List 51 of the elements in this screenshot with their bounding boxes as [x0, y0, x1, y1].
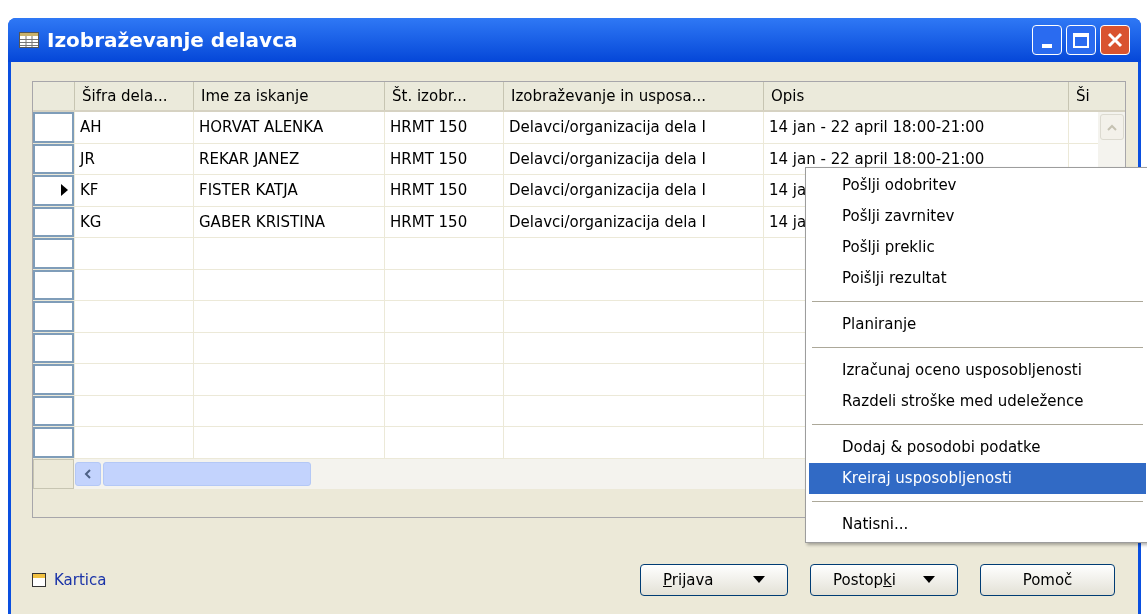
table-cell: Delavci/organizacija dela I — [503, 112, 763, 143]
menu-item[interactable]: Razdeli stroške med udeležence — [809, 386, 1146, 417]
current-row-icon — [61, 184, 68, 197]
table-cell: Delavci/organizacija dela I — [503, 175, 763, 206]
menu-item[interactable]: Planiranje — [809, 309, 1146, 340]
table-cell: HRMT 150 — [384, 112, 503, 143]
row-selector[interactable] — [33, 175, 74, 206]
close-button[interactable] — [1100, 25, 1130, 55]
table-cell: KF — [74, 175, 193, 206]
minimize-button[interactable] — [1032, 25, 1062, 55]
menu-item[interactable]: Izračunaj oceno usposobljenosti — [809, 355, 1146, 386]
menu-item[interactable]: Natisni... — [809, 509, 1146, 540]
table-cell: GABER KRISTINA — [193, 206, 384, 237]
column-header[interactable]: Šifra dela... — [74, 82, 193, 110]
column-header[interactable]: Izobraževanje in usposa... — [503, 82, 763, 110]
menu-item[interactable]: Dodaj & posodobi podatke — [809, 432, 1146, 463]
caret-icon — [753, 576, 765, 584]
table-cell: HRMT 150 — [384, 143, 503, 174]
card-link[interactable]: Kartica — [54, 568, 107, 592]
caret-icon — [923, 576, 935, 584]
table-cell: HORVAT ALENKA — [193, 112, 384, 143]
column-header[interactable]: Opis — [763, 82, 1068, 110]
column-header[interactable]: Št. izobr... — [384, 82, 503, 110]
menu-button[interactable]: Postopki — [810, 564, 958, 596]
scroll-thumb[interactable] — [103, 461, 311, 486]
maximize-button[interactable] — [1066, 25, 1096, 55]
corner-cell — [33, 458, 74, 489]
card-icon — [32, 573, 46, 587]
table-cell: AH — [74, 112, 193, 143]
table-cell: FISTER KATJA — [193, 175, 384, 206]
maximize-icon — [1073, 32, 1089, 48]
table-cell: HRMT 150 — [384, 206, 503, 237]
minimize-icon — [1042, 44, 1052, 48]
table-cell: HRMT 150 — [384, 175, 503, 206]
menu-button[interactable]: Prijava — [640, 564, 788, 596]
scroll-left-button[interactable] — [75, 461, 101, 486]
table-cell: JR — [74, 143, 193, 174]
table-cell: Delavci/organizacija dela I — [503, 143, 763, 174]
scroll-up-button[interactable] — [1099, 114, 1124, 140]
menu-item[interactable]: Kreiraj usposobljenosti — [809, 463, 1146, 494]
column-header[interactable]: Ši — [1068, 82, 1098, 110]
close-icon — [1107, 32, 1123, 48]
column-header[interactable]: Ime za iskanje — [193, 82, 384, 110]
table-icon — [19, 32, 39, 48]
table-cell: REKAR JANEZ — [193, 143, 384, 174]
table-cell: 14 jan - 22 april 18:00-21:00 — [763, 112, 1068, 143]
table-cell: Delavci/organizacija dela I — [503, 206, 763, 237]
table-cell: KG — [74, 206, 193, 237]
help-button[interactable]: Pomoč — [980, 564, 1115, 596]
menu-item[interactable]: Poišlji rezultat — [809, 263, 1146, 294]
window-title: Izobraževanje delavca — [47, 27, 299, 54]
